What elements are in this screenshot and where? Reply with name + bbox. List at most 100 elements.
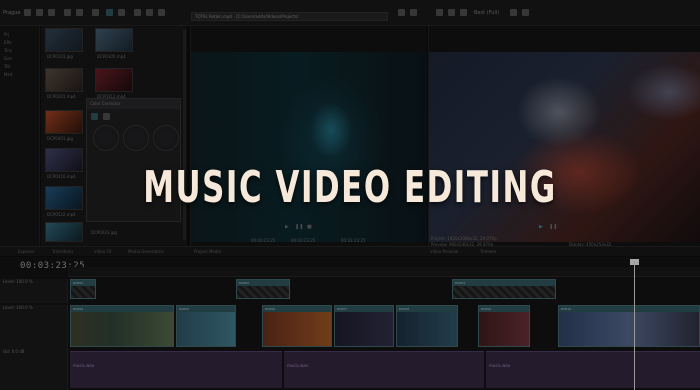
timeline-clip[interactable]: DCP08 [396,305,458,347]
trimmer-in-time: 00:03:23:25 [251,238,276,243]
clip-name: DCP07 [335,306,393,312]
trimmer-out-time: 00:03:23:25 [291,238,316,243]
timeline-ruler[interactable] [68,267,700,277]
properties-icon[interactable] [398,9,405,16]
tab-media-generators[interactable]: Media Generators [128,249,164,254]
stop-icon[interactable]: ■ [307,224,312,230]
left-panel-item[interactable]: Titl [4,64,10,69]
copy-frame-icon[interactable] [510,9,517,16]
headline-title: MUSIC VIDEO EDITING [143,162,557,213]
title-field[interactable]: TOTAL Retain.mp4 - [C:/Users/edits/Video… [191,12,388,21]
preview-settings-icon[interactable] [436,9,443,16]
new-icon[interactable] [24,9,31,16]
clip-name: DCP03 [453,280,555,286]
playhead[interactable] [634,261,635,390]
media-thumbnail[interactable] [95,28,133,52]
panel-title[interactable]: Color Corrector [87,99,180,109]
left-panel-item[interactable]: Prj [4,32,9,37]
thumbnail-label: DCP0105.mp4 [97,54,126,59]
track-volume: Vol: 0.0 dB [3,349,25,354]
timeline-clip[interactable]: DCP07 [334,305,394,347]
top-toolbar: Prague TOTAL Retain.mp4 - [C:/Users/edit… [0,0,700,26]
thumbnail-label: DCP0401.jpg [47,136,73,141]
add-fx-icon[interactable] [103,113,110,120]
grid-icon[interactable] [118,9,125,16]
color-wheel-low[interactable] [93,125,119,151]
clip-name: DCP02 [237,280,289,286]
track-header-video-1[interactable]: Level: 100.0 % [0,279,68,303]
timeline-clip[interactable]: DCP06 [262,305,332,347]
redo-icon[interactable] [76,9,83,16]
timeline-clip[interactable]: DCP03 [452,279,556,299]
save-icon[interactable] [48,9,55,16]
play-icon[interactable]: ▶ [285,224,289,230]
track-level: Level: 100.0 % [3,279,33,284]
media-thumbnail[interactable] [45,28,83,52]
clip-name: DCP06 [263,306,331,312]
pause-icon[interactable]: ❚❚ [549,224,557,230]
pause-icon[interactable]: ❚❚ [295,224,303,230]
tab-project-media[interactable]: Project Media [194,249,221,254]
play-icon[interactable] [92,9,99,16]
cut-icon[interactable] [146,9,153,16]
trimmer-length: 00:03:23:25 [341,238,366,243]
window-tab-strip: Explorer Transitions Video FX Media Gene… [0,246,700,256]
fx-icon[interactable] [410,9,417,16]
marker-icon[interactable] [158,9,165,16]
timeline-clip[interactable]: DCP09 [478,305,530,347]
media-thumbnail[interactable] [95,68,133,92]
left-panel-item[interactable]: Med [4,72,12,77]
track-level: Level: 100.0 % [3,305,33,310]
clip-name: DCP01 [71,280,95,286]
open-icon[interactable] [36,9,43,16]
clip-name: DCP05 [177,306,235,312]
media-thumbnail[interactable] [45,222,83,242]
left-panel-item[interactable]: Gen [4,56,12,61]
tab-transitions[interactable]: Transitions [52,249,73,254]
tab-video-preview[interactable]: Video Preview [430,249,458,254]
tab-explorer[interactable]: Explorer [18,249,35,254]
media-thumbnail[interactable] [45,110,83,134]
clip-name: DCP04 [71,306,173,312]
media-thumbnail[interactable] [45,68,83,92]
trimmer-video-frame [191,52,427,242]
zoom-label[interactable]: Best (Full) [474,10,499,16]
audio-clip-name: music.wav [73,363,95,368]
video-preview: ▶ ❚❚ Project: 1920x1080x32, 29.970p Prev… [428,26,700,250]
tab-trimmer[interactable]: Trimmer [480,249,497,254]
left-panel-item[interactable]: Effe [4,40,12,45]
clip-name: DCP10 [559,306,699,312]
thumbnail-label: DCP0416.mp4 [47,174,76,179]
ripple-icon[interactable] [134,9,141,16]
timeline: 00:03:23:25 Level: 100.0 % Level: 100.0 … [0,257,700,390]
color-wheel-high[interactable] [153,125,179,151]
track-header-video-2[interactable]: Level: 100.0 % [0,305,68,349]
audio-clip[interactable]: music.wav [70,351,282,388]
split-screen-icon[interactable] [448,9,455,16]
thumbnail-label: DCP0201.mp4 [47,94,76,99]
audio-clip[interactable]: music.wav [486,351,700,388]
undo-icon[interactable] [64,9,71,16]
thumbnail-label: DCP0101.jpg [47,54,73,59]
audio-clip-name: music.wav [489,363,511,368]
project-label[interactable]: Prague [3,10,20,16]
timeline-clip[interactable]: DCP10 [558,305,700,347]
preview-video-frame [429,52,700,242]
audio-clip[interactable]: music.wav [284,351,484,388]
track-header-audio[interactable]: Vol: 0.0 dB [0,349,68,390]
timeline-clip[interactable]: DCP01 [70,279,96,299]
timeline-clip[interactable]: DCP04 [70,305,174,347]
play-icon[interactable]: ▶ [539,224,543,230]
overlay-icon[interactable] [460,9,467,16]
bypass-icon[interactable] [91,113,98,120]
trimmer-preview: ▶ ❚❚ ■ 00:03:23:25 00:03:23:25 00:03:23:… [190,26,427,250]
snap-icon[interactable] [106,9,113,16]
clip-name: DCP09 [479,306,529,312]
timeline-clip[interactable]: DCP02 [236,279,290,299]
color-wheel-mid[interactable] [123,125,149,151]
audio-clip-name: music.wav [287,363,309,368]
tab-video-fx[interactable]: Video FX [94,249,112,254]
timeline-clip[interactable]: DCP05 [176,305,236,347]
save-frame-icon[interactable] [522,9,529,16]
left-panel-item[interactable]: Trns [4,48,12,53]
